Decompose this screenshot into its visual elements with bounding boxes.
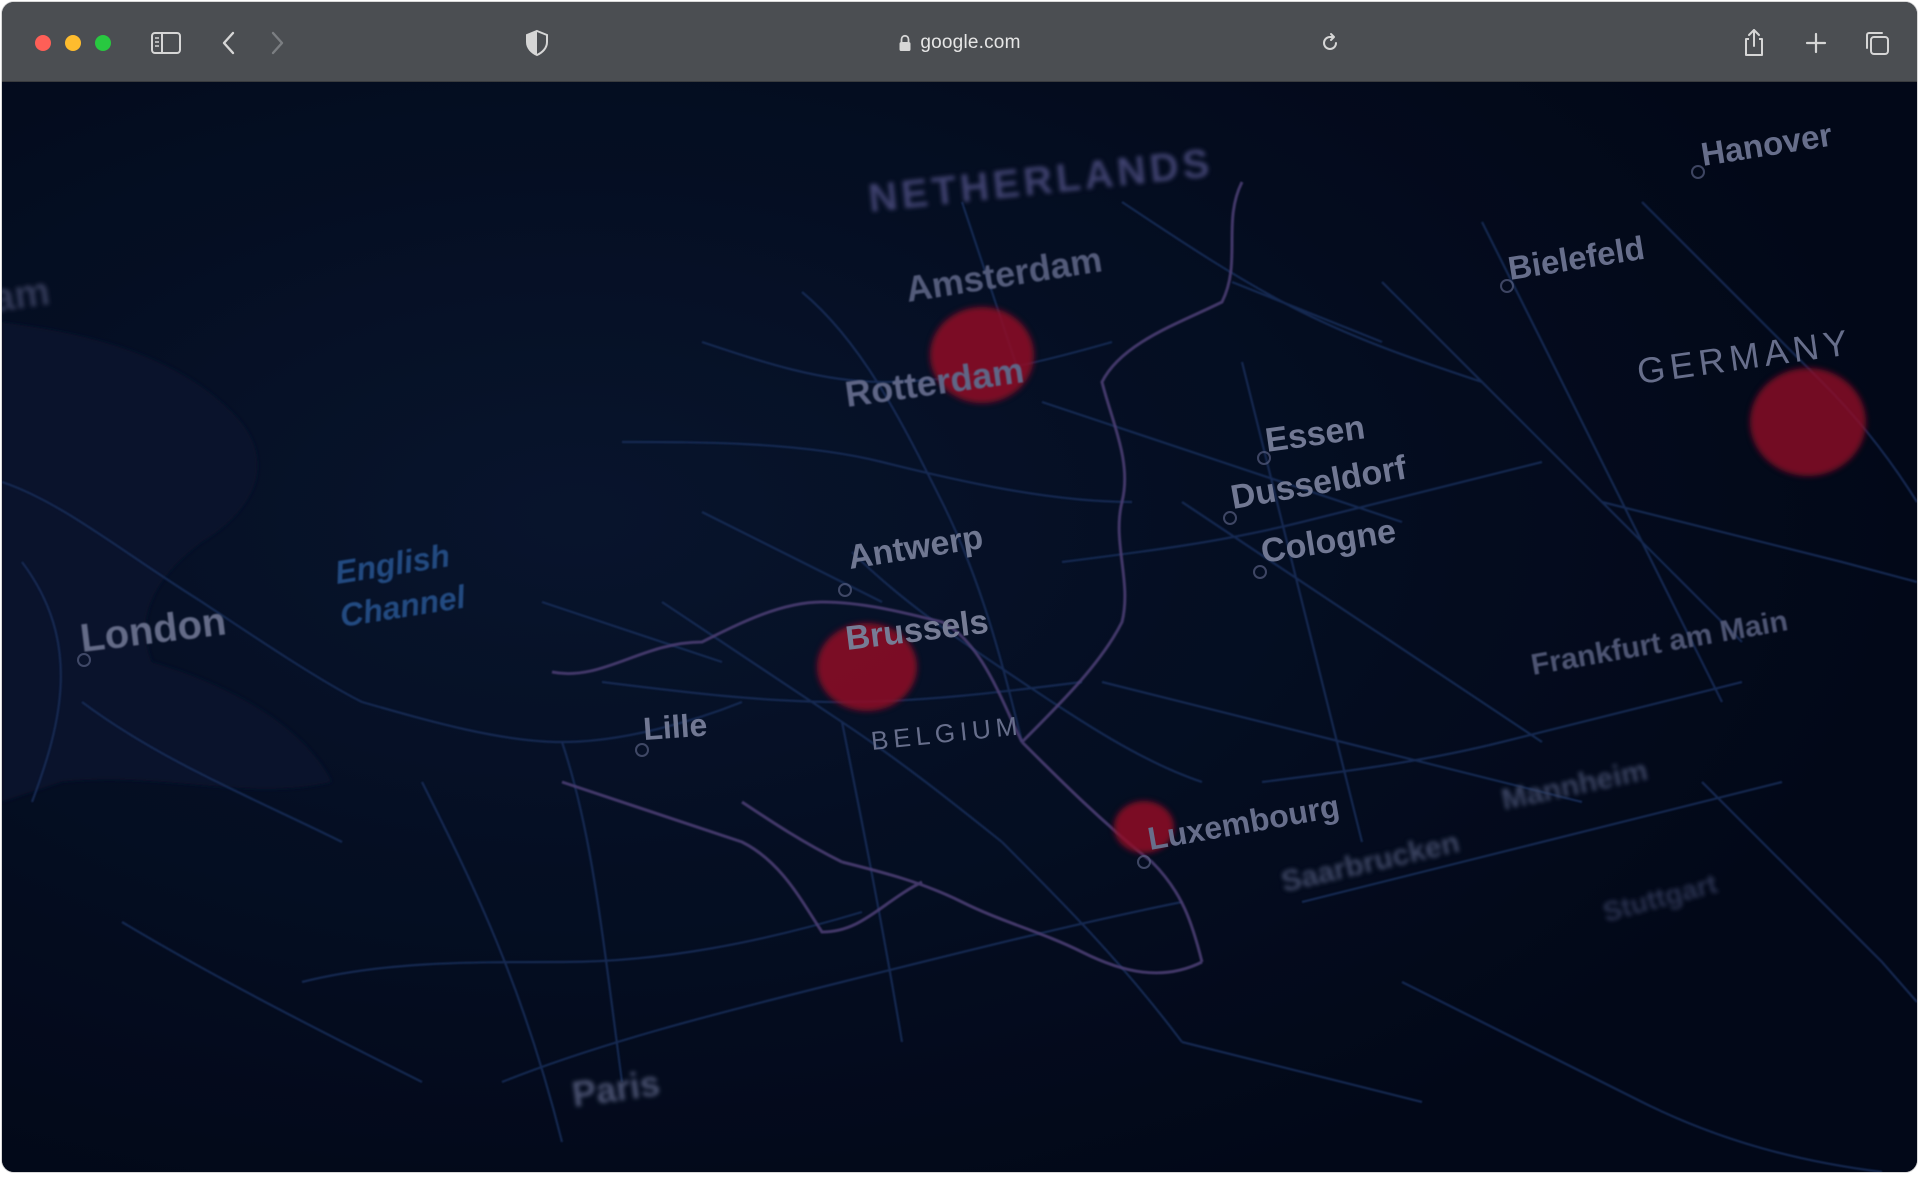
reload-icon [1323,33,1337,50]
zoom-window-button[interactable] [95,35,111,51]
browser-window: google.com NETHERLANDS Amsterdam Rotterd… [2,2,1917,1172]
chevron-left-icon [222,31,235,55]
shield-icon [526,29,548,57]
share-icon [1745,29,1763,56]
title-bar: google.com [2,2,1917,82]
plus-icon [1805,32,1827,54]
sidebar-toggle-button[interactable] [149,26,183,60]
forward-button[interactable] [260,26,294,60]
map-dim-overlay [2,82,1917,1172]
tab-overview-button[interactable] [1860,26,1894,60]
map-view[interactable]: NETHERLANDS Amsterdam Rotterdam Antwerp … [2,82,1917,1172]
lock-icon [899,34,911,51]
privacy-report-button[interactable] [520,26,554,60]
chevron-right-icon [271,31,284,55]
tabs-overview-icon [1866,32,1889,55]
share-button[interactable] [1737,26,1771,60]
url-text: google.com [920,32,1021,53]
close-window-button[interactable] [35,35,51,51]
url-field[interactable]: google.com [898,32,1020,54]
sidebar-icon [151,32,181,54]
minimize-window-button[interactable] [65,35,81,51]
reload-button[interactable] [1313,26,1347,60]
new-tab-button[interactable] [1799,26,1833,60]
map-canvas: NETHERLANDS Amsterdam Rotterdam Antwerp … [2,82,1917,1172]
back-button[interactable] [212,26,246,60]
